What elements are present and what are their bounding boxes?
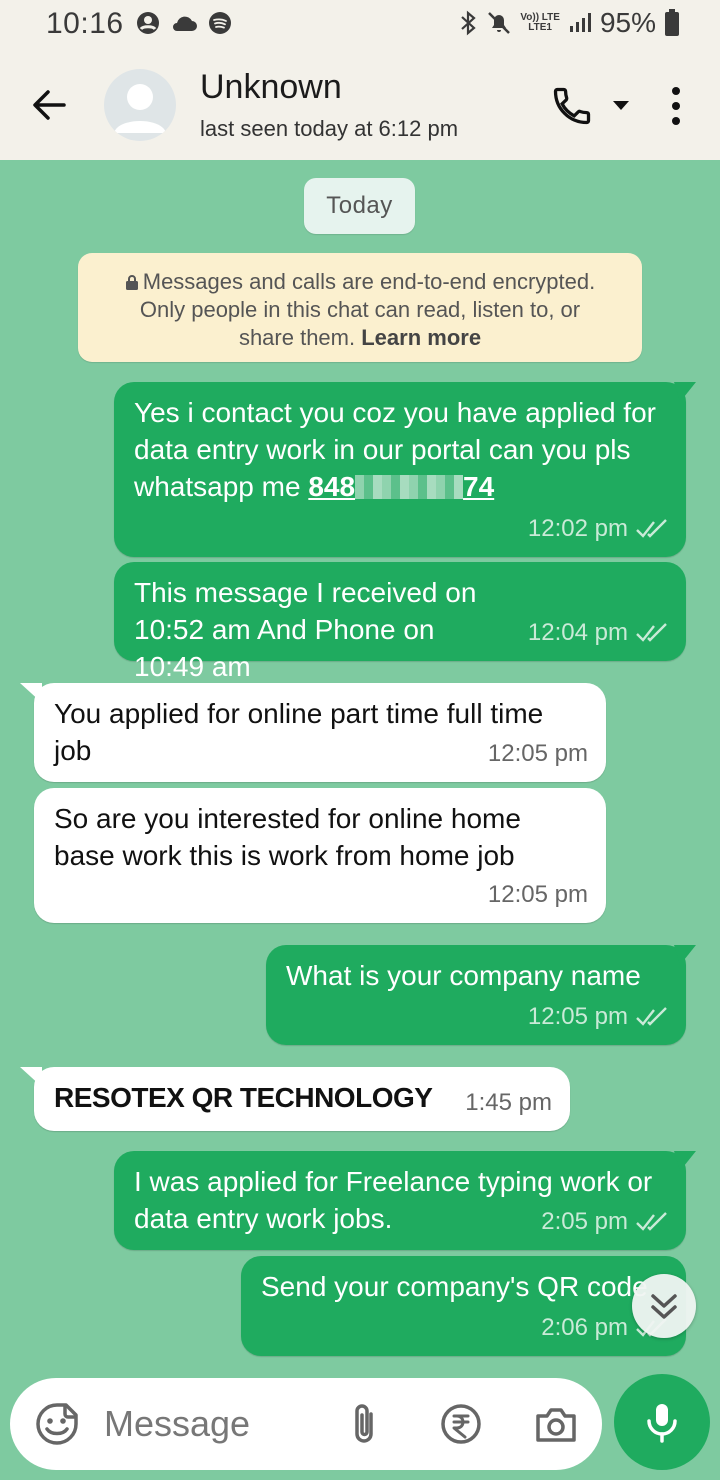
default-avatar-icon [114, 84, 166, 133]
message-text: RESOTEX QR TECHNOLOGY [54, 1082, 433, 1113]
status-bar: 10:16 Vo)) LTE LTE1 95% [0, 0, 720, 50]
microphone-icon [647, 1404, 677, 1443]
bubble-tail [20, 1067, 42, 1087]
payment-button[interactable] [439, 1402, 483, 1446]
scroll-to-bottom-button[interactable] [632, 1274, 696, 1338]
sticker-icon [36, 1403, 78, 1445]
bubble-tail [674, 945, 696, 965]
camera-icon [536, 1408, 576, 1442]
message-bubble-incoming[interactable]: You applied for online part time full ti… [20, 683, 606, 782]
message-bubble-outgoing[interactable]: Yes i contact you coz you have applied f… [114, 382, 696, 557]
message-meta: 2:05 pm [541, 1203, 668, 1240]
message-time: 2:06 pm [541, 1314, 628, 1341]
double-chevron-down-icon [651, 1294, 677, 1319]
phone-icon [553, 87, 591, 125]
more-options-button[interactable] [666, 84, 686, 128]
voice-call-button[interactable] [550, 84, 594, 128]
redacted-digits [355, 475, 464, 499]
battery-icon [665, 9, 679, 36]
arrow-left-icon [33, 90, 66, 120]
sticker-button[interactable] [34, 1401, 80, 1447]
message-text: What is your company name [286, 960, 641, 991]
message-time: 2:05 pm [541, 1208, 628, 1235]
message-bubble-incoming[interactable]: So are you interested for online home ba… [34, 788, 606, 923]
encryption-line-2: Only people in this chat can read, liste… [139, 297, 581, 322]
message-text: So are you interested for online home ba… [54, 803, 521, 871]
spotify-icon [209, 12, 231, 34]
status-right-icons: Vo)) LTE LTE1 95% [458, 7, 680, 39]
message-meta: 12:05 pm [488, 735, 588, 772]
battery-percent: 95% [599, 7, 656, 38]
message-text: You applied for online part time full ti… [54, 698, 544, 766]
message-meta: 12:02 pm [528, 510, 668, 547]
bubble-tail [674, 1151, 696, 1171]
chat-header: Unknown last seen today at 6:12 pm [0, 50, 720, 160]
caret-down-icon [613, 101, 629, 110]
learn-more-link[interactable]: Learn more [361, 325, 481, 350]
voice-message-button[interactable] [614, 1374, 710, 1470]
phone-number-start: 848 [308, 471, 356, 502]
status-left-icons [136, 11, 232, 35]
camera-button[interactable] [534, 1404, 578, 1444]
back-button[interactable] [28, 84, 70, 126]
message-time: 1:45 pm [465, 1089, 552, 1116]
encryption-notice[interactable]: Messages and calls are end-to-end encryp… [78, 253, 642, 362]
message-meta: 12:04 pm [528, 614, 668, 651]
contact-name[interactable]: Unknown [200, 68, 342, 107]
lock-icon [125, 275, 138, 290]
message-time: 12:05 pm [487, 740, 588, 767]
double-check-icon [636, 518, 667, 538]
message-meta: 12:05 pm [488, 876, 588, 913]
network-type: Vo)) LTE LTE1 [520, 13, 560, 33]
message-bubble-outgoing[interactable]: I was applied for Freelance typing work … [114, 1151, 696, 1250]
message-time: 12:04 pm [527, 619, 628, 646]
message-meta: 12:05 pm [528, 998, 668, 1035]
encryption-line-3: share them. Learn more [78, 324, 642, 352]
double-check-icon [636, 1006, 667, 1026]
network-bottom-label: LTE1 [528, 22, 552, 33]
message-text: This message I received on 10:52 am And … [134, 577, 477, 682]
cloud-icon [173, 16, 197, 31]
rupee-icon [441, 1404, 481, 1444]
more-vertical-icon [672, 87, 680, 125]
bubble-tail [20, 683, 42, 703]
account-icon [137, 12, 159, 34]
signal-icon [569, 13, 591, 32]
message-composer [10, 1378, 602, 1470]
attach-button[interactable] [344, 1402, 386, 1446]
double-check-icon [636, 1211, 667, 1231]
bubble-tail [674, 382, 696, 402]
mute-icon [488, 12, 511, 34]
paperclip-icon [355, 1404, 373, 1443]
message-bubble-outgoing[interactable]: Send your company's QR code 2:06 pm [241, 1256, 686, 1356]
phone-number-end: 74 [463, 471, 495, 502]
message-time: 12:05 pm [487, 881, 588, 908]
phone-number-link[interactable]: 848 74 [308, 471, 494, 502]
avatar[interactable] [104, 69, 176, 141]
message-text: Send your company's QR code [261, 1271, 648, 1302]
date-divider: Today [304, 178, 415, 234]
message-meta: 1:45 pm [465, 1084, 552, 1121]
message-bubble-outgoing[interactable]: What is your company name 12:05 pm [266, 945, 696, 1045]
encryption-text-1: Messages and calls are end-to-end encryp… [142, 269, 596, 294]
message-input[interactable] [104, 1396, 334, 1452]
double-check-icon [636, 622, 667, 642]
bluetooth-icon [461, 10, 476, 36]
message-time: 12:05 pm [527, 1003, 628, 1030]
message-bubble-outgoing[interactable]: This message I received on 10:52 am And … [114, 562, 686, 682]
call-options-dropdown[interactable] [610, 94, 632, 116]
status-time: 10:16 [46, 7, 124, 40]
message-time: 12:02 pm [527, 515, 628, 542]
message-bubble-incoming[interactable]: RESOTEX QR TECHNOLOGY 1:45 pm [20, 1067, 570, 1131]
last-seen-status: last seen today at 6:12 pm [200, 116, 459, 141]
encryption-text-3: share them. [238, 325, 356, 350]
encryption-line-1: Messages and calls are end-to-end encryp… [78, 268, 642, 296]
